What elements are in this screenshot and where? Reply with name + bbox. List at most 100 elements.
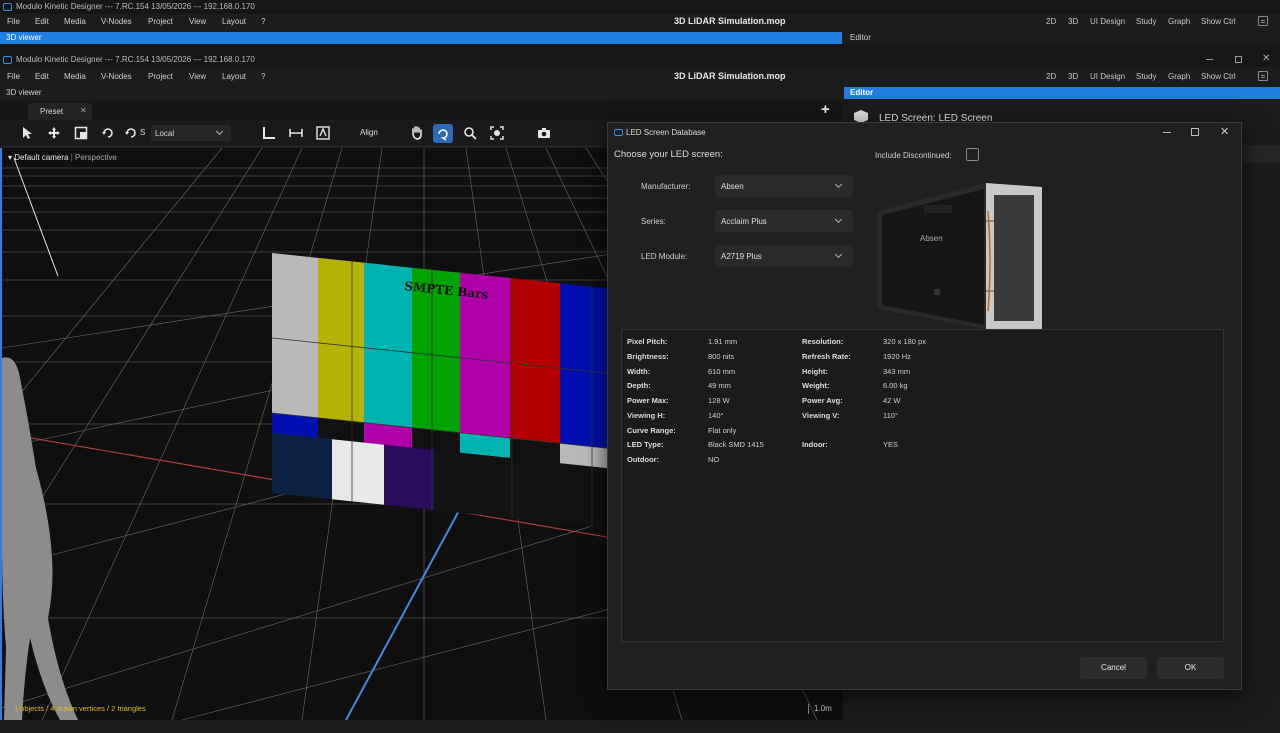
cancel-button[interactable]: Cancel <box>1080 657 1147 679</box>
screenshot-camera-icon[interactable] <box>537 126 551 140</box>
spec-value: 49 mm <box>708 381 731 390</box>
menu-media[interactable]: Media <box>64 17 86 26</box>
pan-hand-icon[interactable] <box>410 125 424 140</box>
menu-hamburger-icon[interactable] <box>1258 71 1268 81</box>
window-title: Modulo Kinetic Designer --- 7.RC.154 13/… <box>16 55 255 64</box>
spec-value: 800 nits <box>708 352 735 361</box>
camera-indicator[interactable]: ▾ Default camera | Perspective <box>8 153 117 162</box>
spec-key: Viewing H: <box>627 411 666 420</box>
spec-key: Pixel Pitch: <box>627 337 668 346</box>
menu-view[interactable]: View <box>189 17 206 26</box>
spec-value: 610 mm <box>708 367 736 376</box>
close-icon[interactable]: ✕ <box>1220 125 1229 138</box>
mode-2d[interactable]: 2D <box>1046 17 1056 26</box>
measure-icon[interactable] <box>289 126 303 140</box>
scale-bar <box>808 704 809 714</box>
background-title-bar: Modulo Kinetic Designer --- 7.RC.154 13/… <box>0 0 1280 14</box>
snap-label: S <box>140 128 146 137</box>
spec-value: YES <box>883 440 899 449</box>
menu-layout[interactable]: Layout <box>222 17 246 26</box>
spec-key: Resolution: <box>802 337 844 346</box>
mode-ui-design[interactable]: UI Design <box>1090 72 1125 81</box>
menu-view[interactable]: View <box>189 72 206 81</box>
menu-media[interactable]: Media <box>64 72 86 81</box>
minimize-icon[interactable] <box>1163 132 1171 133</box>
editor-field[interactable] <box>1238 145 1280 163</box>
scale-icon[interactable] <box>74 126 88 140</box>
frame-selection-icon[interactable] <box>490 126 504 140</box>
spec-value: Flat only <box>708 426 737 435</box>
spec-key: Outdoor: <box>627 455 660 464</box>
menu-help[interactable]: ? <box>261 72 265 81</box>
menu-layout[interactable]: Layout <box>222 72 246 81</box>
app-logo-icon <box>3 56 12 64</box>
spec-value: 320 x 180 px <box>883 337 926 346</box>
background-menu-bar: File Edit Media V-Nodes Project View Lay… <box>0 14 1280 30</box>
mode-study[interactable]: Study <box>1136 17 1156 26</box>
zoom-search-icon[interactable] <box>463 126 477 140</box>
maximize-icon[interactable] <box>1191 128 1199 136</box>
menu-bar: File Edit Media V-Nodes Project View Lay… <box>0 69 1280 85</box>
menu-v-nodes[interactable]: V-Nodes <box>101 17 132 26</box>
mode-show-ctrl[interactable]: Show Ctrl <box>1201 72 1236 81</box>
menu-v-nodes[interactable]: V-Nodes <box>101 72 132 81</box>
close-icon[interactable]: ✕ <box>1262 53 1270 64</box>
minimize-icon[interactable] <box>1206 59 1213 60</box>
add-tab-button[interactable]: + <box>821 101 830 118</box>
include-discontinued-label: Include Discontinued: <box>875 151 952 160</box>
mode-graph[interactable]: Graph <box>1168 72 1190 81</box>
window-title: Modulo Kinetic Designer --- 7.RC.154 13/… <box>16 2 255 11</box>
chevron-down-icon: ▾ <box>8 153 13 162</box>
led-screen-object[interactable]: SMPTE Bars <box>272 248 612 548</box>
move-icon[interactable] <box>47 126 61 140</box>
viewer-label: 3D viewer <box>6 33 42 42</box>
menu-project[interactable]: Project <box>148 72 173 81</box>
menu-edit[interactable]: Edit <box>35 17 49 26</box>
menu-project[interactable]: Project <box>148 17 173 26</box>
spec-value: 128 W <box>708 396 730 405</box>
spec-key: Brightness: <box>627 352 669 361</box>
manufacturer-label: Manufacturer: <box>641 182 691 191</box>
viewer-bar: 3D viewer <box>0 87 842 99</box>
manufacturer-dropdown[interactable]: Absen <box>715 175 853 197</box>
series-dropdown[interactable]: Acclaim Plus <box>715 210 853 232</box>
space-select[interactable]: Local <box>151 125 231 141</box>
include-discontinued-checkbox[interactable] <box>966 148 979 161</box>
ruler-icon[interactable] <box>262 126 276 140</box>
menu-file[interactable]: File <box>7 72 20 81</box>
mode-study[interactable]: Study <box>1136 72 1156 81</box>
mode-graph[interactable]: Graph <box>1168 17 1190 26</box>
series-label: Series: <box>641 217 666 226</box>
maximize-icon[interactable] <box>1235 56 1242 63</box>
tab-preset[interactable]: Preset ✕ <box>28 103 92 120</box>
spec-key: Power Avg: <box>802 396 843 405</box>
mode-ui-design[interactable]: UI Design <box>1090 17 1125 26</box>
spec-key: Curve Range: <box>627 426 676 435</box>
led-module-label: LED Module: <box>641 252 688 261</box>
tab-close-icon[interactable]: ✕ <box>80 106 87 115</box>
mode-3d[interactable]: 3D <box>1068 72 1078 81</box>
mode-show-ctrl[interactable]: Show Ctrl <box>1201 17 1236 26</box>
render-stats: 1 objects / 4 drawn vertices / 2 triangl… <box>14 704 146 713</box>
menu-edit[interactable]: Edit <box>35 72 49 81</box>
mode-3d[interactable]: 3D <box>1068 17 1078 26</box>
menu-help[interactable]: ? <box>261 17 265 26</box>
orbit-button[interactable] <box>433 124 453 143</box>
menu-file[interactable]: File <box>7 17 20 26</box>
spec-key: Refresh Rate: <box>802 352 851 361</box>
snap-rotate-icon[interactable] <box>124 126 138 140</box>
led-module-dropdown[interactable]: A2719 Plus <box>715 245 853 267</box>
menu-hamburger-icon[interactable] <box>1258 16 1268 26</box>
editor-bar: Editor <box>844 87 1280 99</box>
spec-key: Indoor: <box>802 440 828 449</box>
camera-separator: | <box>70 153 73 162</box>
spec-key: Viewing V: <box>802 411 840 420</box>
led-screen-cube-icon <box>854 110 868 123</box>
annotation-icon[interactable] <box>316 126 330 140</box>
ok-button[interactable]: OK <box>1157 657 1224 679</box>
select-arrow-icon[interactable] <box>21 126 33 140</box>
rotate-icon[interactable] <box>101 126 115 140</box>
align-button[interactable]: Align <box>360 128 378 137</box>
mode-2d[interactable]: 2D <box>1046 72 1056 81</box>
app-logo-icon <box>3 3 12 11</box>
